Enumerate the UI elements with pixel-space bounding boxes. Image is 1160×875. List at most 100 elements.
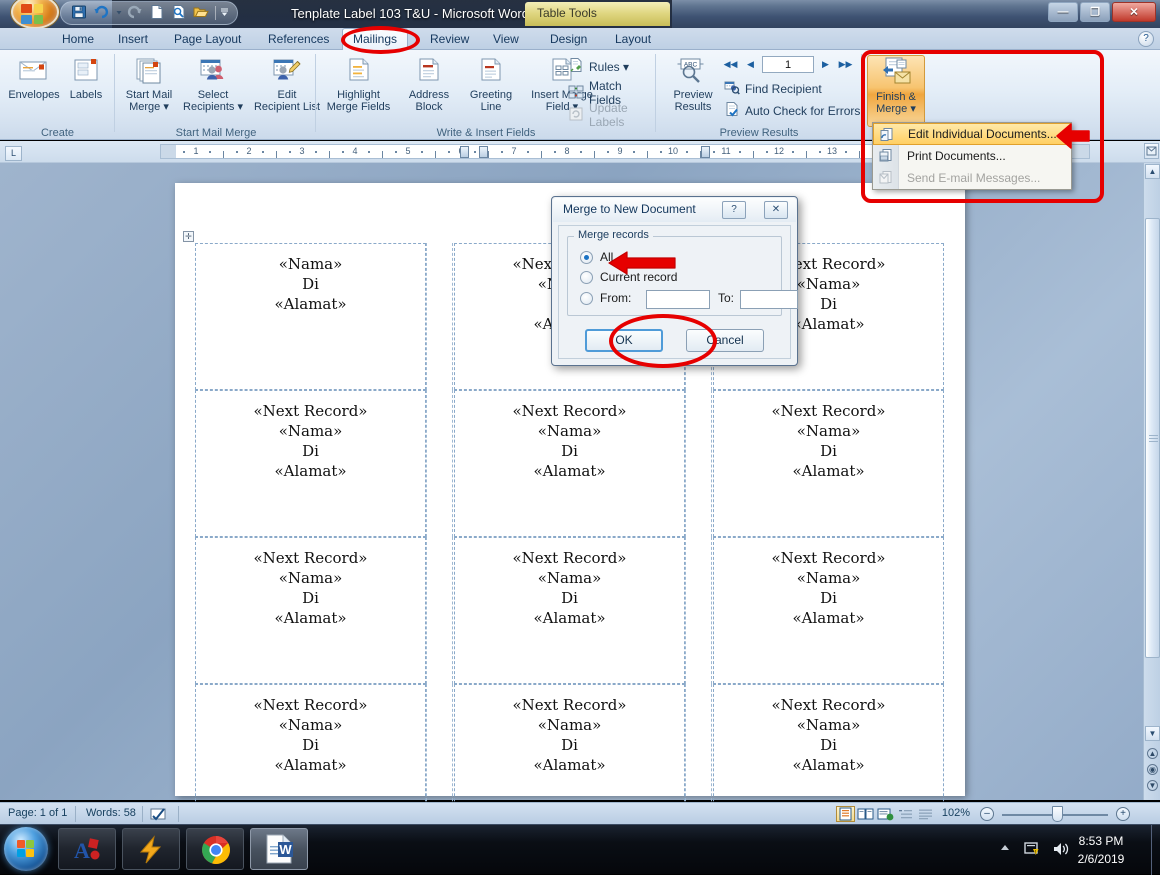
taskbar-item-winamp[interactable] (122, 828, 180, 870)
envelopes-button[interactable]: Envelopes (6, 56, 62, 101)
menu-item-send-email-messages[interactable]: Send E-mail Messages... (873, 167, 1071, 189)
customize-qat-icon[interactable] (220, 4, 229, 22)
previous-page-icon[interactable]: ▲ (1147, 748, 1158, 759)
tab-home[interactable]: Home (52, 28, 104, 50)
radio-all[interactable] (580, 251, 593, 264)
tab-layout[interactable]: Layout (605, 28, 661, 50)
tab-review[interactable]: Review (420, 28, 479, 50)
from-input[interactable] (646, 290, 710, 309)
taskbar-item-chrome[interactable] (186, 828, 244, 870)
zoom-slider[interactable]: – + (980, 806, 1130, 822)
finish-and-merge-button[interactable]: Finish & Merge ▾ (867, 55, 925, 127)
web-layout-view-button[interactable] (876, 806, 895, 822)
zoom-in-button[interactable]: + (1116, 807, 1130, 821)
previous-record-button[interactable]: ◀ (742, 56, 759, 73)
dialog-close-button[interactable]: ✕ (764, 201, 788, 219)
restore-button[interactable]: ❐ (1080, 2, 1110, 22)
print-preview-icon[interactable] (171, 4, 189, 22)
tab-insert[interactable]: Insert (108, 28, 158, 50)
taskbar-item-atlas[interactable]: A (58, 828, 116, 870)
save-icon[interactable] (71, 4, 89, 22)
menu-item-print-documents[interactable]: Print Documents... (873, 145, 1071, 167)
taskbar-clock[interactable]: 8:53 PM 2/6/2019 (1062, 832, 1140, 868)
label-cell[interactable]: «Next Record» «Nama» Di «Alamat» (713, 390, 944, 537)
merge-to-new-document-dialog[interactable]: Merge to New Document ? ✕ Merge records … (551, 196, 798, 366)
undo-icon[interactable] (93, 4, 111, 22)
scroll-up-button[interactable]: ▲ (1145, 164, 1160, 179)
cancel-button[interactable]: Cancel (686, 329, 764, 352)
tab-mailings[interactable]: Mailings (342, 28, 409, 50)
auto-check-errors-button[interactable]: Auto Check for Errors (724, 101, 860, 120)
new-icon[interactable] (149, 4, 167, 22)
window-caption-buttons[interactable]: — ❐ ✕ (1048, 2, 1156, 22)
label-cell[interactable]: «Nama» Di «Alamat» (195, 243, 426, 390)
zoom-out-button[interactable]: – (980, 807, 994, 821)
finish-and-merge-menu[interactable]: Edit Individual Documents... Print Docum… (872, 122, 1072, 190)
zoom-level[interactable]: 102% (942, 807, 970, 819)
label-cell[interactable]: «Next Record» «Nama» Di «Alamat» (195, 537, 426, 684)
start-mail-merge-button[interactable]: Start Mail Merge ▾ (120, 56, 178, 113)
address-block-button[interactable]: Address Block (398, 56, 460, 113)
find-recipient-button[interactable]: Find Recipient (724, 79, 822, 98)
view-buttons[interactable] (836, 806, 935, 822)
greeting-line-button[interactable]: Greeting Line (460, 56, 522, 113)
last-record-button[interactable]: ▶▶ (837, 56, 854, 73)
label-cell[interactable]: «Next Record» «Nama» Di «Alamat» (454, 537, 685, 684)
draft-view-button[interactable] (916, 806, 935, 822)
select-browse-object-icon[interactable]: ◉ (1147, 764, 1158, 775)
record-number-input[interactable]: 1 (762, 56, 814, 73)
redo-icon[interactable] (127, 4, 145, 22)
vertical-scroll-thumb[interactable] (1145, 218, 1160, 658)
full-screen-reading-view-button[interactable] (856, 806, 875, 822)
ruler-table-marker-b[interactable] (479, 146, 488, 158)
scroll-down-button[interactable]: ▼ (1145, 726, 1160, 741)
to-input[interactable] (740, 290, 798, 309)
outline-view-button[interactable] (896, 806, 915, 822)
label-cell[interactable]: «Next Record» «Nama» Di «Alamat» (454, 390, 685, 537)
select-browse-object-button[interactable] (1144, 143, 1159, 159)
spell-check-icon[interactable] (150, 807, 170, 824)
label-cell[interactable]: «Next Record» «Nama» Di «Alamat» (713, 537, 944, 684)
print-layout-view-button[interactable] (836, 806, 855, 822)
taskbar-item-word[interactable]: W (250, 828, 308, 870)
undo-chevron-down-icon[interactable] (115, 4, 123, 22)
label-cell[interactable]: «Next Record» «Nama» Di «Alamat» (195, 390, 426, 537)
labels-button[interactable]: Labels (62, 56, 110, 101)
ruler-indent-marker[interactable] (701, 146, 710, 158)
vertical-scrollbar[interactable]: ▲ ▼ ▲ ◉ ▼ (1143, 163, 1160, 800)
dialog-help-button[interactable]: ? (722, 201, 746, 219)
tab-references[interactable]: References (258, 28, 339, 50)
start-button[interactable] (4, 827, 48, 871)
minimize-button[interactable]: — (1048, 2, 1078, 22)
show-desktop-button[interactable] (1151, 825, 1160, 875)
radio-current-record[interactable] (580, 271, 593, 284)
highlight-merge-fields-button[interactable]: Highlight Merge Fields (321, 56, 396, 113)
help-icon[interactable]: ? (1138, 31, 1154, 47)
open-icon[interactable] (193, 4, 211, 22)
tab-view[interactable]: View (483, 28, 529, 50)
update-labels-button[interactable]: Update Labels (568, 101, 656, 129)
status-page[interactable]: Page: 1 of 1 (8, 807, 67, 819)
first-record-button[interactable]: ◀◀ (722, 56, 739, 73)
table-move-handle[interactable]: ✛ (183, 231, 194, 242)
select-recipients-button[interactable]: Select Recipients ▾ (178, 56, 248, 113)
close-button[interactable]: ✕ (1112, 2, 1156, 22)
action-center-icon[interactable]: ! (1024, 841, 1042, 860)
rules-button[interactable]: Rules ▾ (568, 57, 629, 76)
show-hidden-icons-button[interactable] (998, 841, 1012, 858)
zoom-slider-thumb[interactable] (1052, 806, 1063, 822)
tab-design[interactable]: Design (540, 28, 597, 50)
ruler-table-marker-a[interactable] (460, 146, 469, 158)
next-record-button[interactable]: ▶ (817, 56, 834, 73)
ok-button[interactable]: OK (585, 329, 663, 352)
tab-stop-selector[interactable]: L (5, 146, 22, 161)
status-words[interactable]: Words: 58 (86, 807, 136, 819)
tab-page-layout[interactable]: Page Layout (164, 28, 251, 50)
preview-results-button[interactable]: ABC Preview Results (662, 56, 724, 113)
office-button[interactable] (5, 0, 59, 30)
menu-item-edit-individual-documents[interactable]: Edit Individual Documents... (873, 123, 1071, 145)
quick-access-toolbar[interactable] (60, 1, 238, 25)
record-navigation[interactable]: ◀◀ ◀ 1 ▶ ▶▶ (722, 56, 854, 73)
next-page-icon[interactable]: ▼ (1147, 780, 1158, 791)
radio-from[interactable] (580, 292, 593, 305)
